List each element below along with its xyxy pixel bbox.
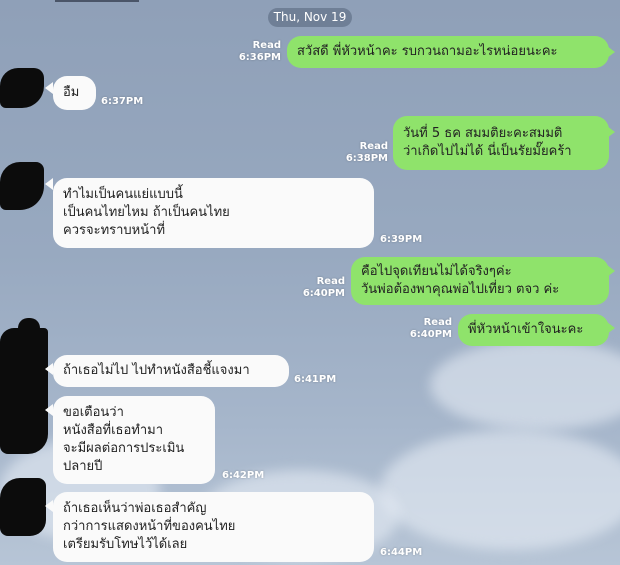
message-text: ถ้าเธอเห็นว่าพ่อเธอสำคัญ [63,501,207,516]
message-text: ขอเตือนว่า [63,405,124,420]
message-text: หนังสือที่เธอทำมา [63,423,164,438]
message-text: ควรจะทราบหน้าที่ [63,223,166,238]
message-bubble-outgoing[interactable]: สวัสดี พี่หัวหน้าคะ รบกวนถามอะไรหน่อยนะค… [287,36,609,68]
message-text: วันที่ 5 ธค สมมติยะคะสมมติ [403,126,563,141]
message-bubble-outgoing[interactable]: คือไปจุดเทียนไม่ได้จริงๆค่ะ วันพ่อต้องพา… [351,257,609,305]
top-divider [55,0,139,2]
message-bubble-outgoing[interactable]: พี่หัวหน้าเข้าใจนะคะ [458,314,609,346]
avatar-redacted [0,328,48,454]
message-time: 6:40PM [409,329,452,340]
message-text: ว่าเกิดไปไม่ได้ นี่เป็นรัยมั๊ยคร้า [403,144,572,159]
bubble-tail [45,363,53,375]
message-text: ถ้าเธอไม่ไป ไปทำหนังสือชี้แจงมา [63,363,250,378]
message-bubble-incoming[interactable]: อืม [53,76,96,110]
read-receipt: Read [252,40,281,51]
message-text: คือไปจุดเทียนไม่ได้จริงๆค่ะ [361,264,512,279]
cloud-2 [380,430,620,550]
message-text: กว่าการแสดงหน้าที่ของคนไทย [63,519,236,534]
read-receipt: Read [423,317,452,328]
bubble-tail [607,265,615,277]
avatar-redacted [0,478,46,536]
message-meta: Read 6:40PM [285,276,345,300]
bubble-tail [45,500,53,512]
bubble-tail [607,126,615,138]
message-time: 6:44PM [380,547,423,558]
message-text: สวัสดี พี่หัวหน้าคะ รบกวนถามอะไรหน่อยนะค… [297,44,558,59]
bubble-tail [607,322,615,334]
message-time: 6:40PM [302,288,345,299]
message-text: อืม [63,85,80,100]
message-text: ปลายปี [63,459,103,474]
message-bubble-incoming[interactable]: ถ้าเธอไม่ไป ไปทำหนังสือชี้แจงมา [53,355,289,387]
read-receipt: Read [316,276,345,287]
avatar-redacted [0,68,44,108]
message-text: วันพ่อต้องพาคุณพ่อไปเที่ยว ตจว ค่ะ [361,282,560,297]
message-bubble-incoming[interactable]: ขอเตือนว่า หนังสือที่เธอทำมา จะมีผลต่อกา… [53,396,215,484]
avatar-redacted [18,318,40,338]
message-time: 6:36PM [238,52,281,63]
date-separator: Thu, Nov 19 [268,8,352,27]
message-text: ทำไมเป็นคนแย่แบบนี้ [63,187,183,202]
message-meta: Read 6:40PM [392,317,452,341]
bubble-tail [45,178,53,190]
avatar-redacted [0,162,44,210]
message-text: เตรียมรับโทษไว้ได้เลย [63,537,188,552]
message-bubble-incoming[interactable]: ถ้าเธอเห็นว่าพ่อเธอสำคัญ กว่าการแสดงหน้า… [53,492,374,562]
message-bubble-incoming[interactable]: ทำไมเป็นคนแย่แบบนี้ เป็นคนไทยไหม ถ้าเป็น… [53,178,374,248]
message-time: 6:42PM [222,470,265,481]
message-text: จะมีผลต่อการประเมิน [63,441,185,456]
message-time: 6:37PM [101,96,144,107]
message-time: 6:38PM [345,153,388,164]
read-receipt: Read [359,141,388,152]
message-text: พี่หัวหน้าเข้าใจนะคะ [468,322,584,337]
message-meta: Read 6:36PM [221,40,281,64]
message-time: 6:39PM [380,234,423,245]
message-meta: Read 6:38PM [328,141,388,165]
message-bubble-outgoing[interactable]: วันที่ 5 ธค สมมติยะคะสมมติ ว่าเกิดไปไม่ไ… [393,116,609,170]
message-text: เป็นคนไทยไหม ถ้าเป็นคนไทย [63,205,230,220]
message-time: 6:41PM [294,374,337,385]
bubble-tail [45,82,53,94]
bubble-tail [45,404,53,416]
cloud-1 [430,340,620,430]
bubble-tail [607,46,615,58]
